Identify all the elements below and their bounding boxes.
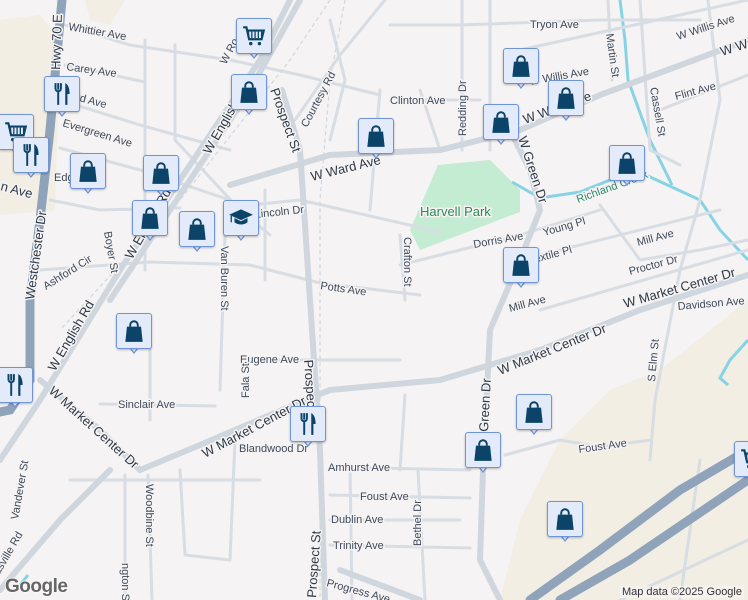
shopping-marker[interactable] [132, 200, 168, 244]
shopping-marker[interactable] [516, 394, 552, 438]
restaurant-marker[interactable] [0, 367, 33, 411]
shopping-bag-icon [508, 252, 534, 278]
street-label: Amhurst Ave [328, 462, 390, 474]
street-label: Young Pl [542, 215, 587, 239]
street-label: Potts Ave [320, 280, 368, 298]
street-label: Prospect St [304, 530, 324, 598]
shopping-marker[interactable] [179, 211, 215, 255]
shopping-bag-icon [552, 506, 578, 532]
shopping-marker[interactable] [547, 501, 583, 545]
street-label: Boyer St [101, 230, 120, 274]
shopping-bag-icon [75, 158, 101, 184]
restaurant-marker[interactable] [44, 76, 80, 120]
industrial-area [85, 0, 125, 25]
shopping-marker[interactable] [465, 432, 501, 476]
street-label: Whittier Ave [67, 21, 127, 43]
street-label: W Market Center Dr [46, 383, 142, 472]
shopping-marker[interactable] [503, 48, 539, 92]
restaurant-marker[interactable] [13, 137, 49, 181]
shopping-marker[interactable] [70, 153, 106, 197]
shopping-cart-icon [739, 446, 748, 472]
shopping-marker[interactable] [548, 80, 584, 124]
shopping-cart-icon [241, 23, 267, 49]
graduation-cap-icon [228, 205, 254, 231]
street-label: Martin St [603, 33, 621, 78]
school-marker[interactable] [223, 200, 259, 244]
park-label[interactable]: Harvell Park [419, 203, 493, 221]
shopping-bag-icon [488, 109, 514, 135]
restaurant-icon [295, 411, 321, 437]
shopping-bag-icon [521, 399, 547, 425]
street-label: Davidson Ave [677, 295, 745, 313]
map-attribution[interactable]: Map data ©2025 Google [619, 586, 744, 598]
street-label: Green Dr [476, 377, 494, 432]
restaurant-marker[interactable] [290, 406, 326, 450]
street-label: Van Buren St [218, 246, 230, 311]
shopping-bag-icon [137, 205, 163, 231]
street-label: Sinclair Ave [118, 399, 175, 411]
shopping-cart-marker[interactable] [236, 18, 272, 62]
restaurant-icon [18, 142, 44, 168]
industrial-area [500, 300, 748, 600]
street-label: Bethel Dr [412, 500, 424, 546]
street-label: Trinity Ave [333, 540, 384, 552]
shopping-marker[interactable] [116, 313, 152, 357]
street-label: ngton St [119, 563, 131, 600]
street-label: Lincoln Dr [254, 204, 305, 221]
street-label: Tryon Ave [530, 19, 579, 31]
street-label: Ashford Cir [41, 253, 94, 293]
street-label: Vandever St [9, 460, 31, 521]
street-label: W Willis Ave [675, 13, 736, 43]
street-label: Mill Ave [508, 294, 548, 315]
shopping-bag-icon [121, 318, 147, 344]
google-logo[interactable]: Google [5, 576, 68, 598]
shopping-bag-icon [614, 150, 640, 176]
shopping-bag-icon [508, 53, 534, 79]
street-label: Flint Ave [674, 80, 718, 102]
shopping-marker[interactable] [483, 104, 519, 148]
street-label: W Market Center Dr [496, 320, 609, 377]
street-label: W Wa [718, 34, 748, 59]
shopping-bag-icon [553, 85, 579, 111]
restaurant-icon [49, 81, 75, 107]
street-label: Clinton Ave [390, 95, 445, 107]
street-label: Redding Dr [457, 80, 469, 136]
shopping-bag-icon [184, 216, 210, 242]
street-label: Crafton St [401, 237, 413, 287]
street-label: W English Rd [45, 298, 97, 374]
street-label: Fala St [240, 363, 252, 398]
shopping-marker[interactable] [143, 155, 179, 199]
street-label: Evergreen Ave [61, 117, 133, 150]
map-canvas[interactable]: Whittier Ave Hwy 70 E Carey Ave Ward Ave… [0, 0, 748, 600]
shopping-bag-icon [236, 79, 262, 105]
shopping-bag-icon [470, 437, 496, 463]
street-label: Woodbine St [143, 484, 155, 547]
shopping-bag-icon [148, 160, 174, 186]
street-label: Prospect St [267, 86, 304, 155]
street-label: Foust Ave [360, 491, 409, 503]
shopping-cart-marker[interactable] [734, 441, 748, 485]
shopping-bag-icon [363, 123, 389, 149]
shopping-marker[interactable] [503, 247, 539, 291]
shopping-marker[interactable] [609, 145, 645, 189]
street-label: Hwy 70 E [48, 14, 65, 70]
restaurant-icon [2, 372, 28, 398]
street-label: Dublin Ave [331, 514, 383, 526]
shopping-marker[interactable] [231, 74, 267, 118]
shopping-marker[interactable] [358, 118, 394, 162]
